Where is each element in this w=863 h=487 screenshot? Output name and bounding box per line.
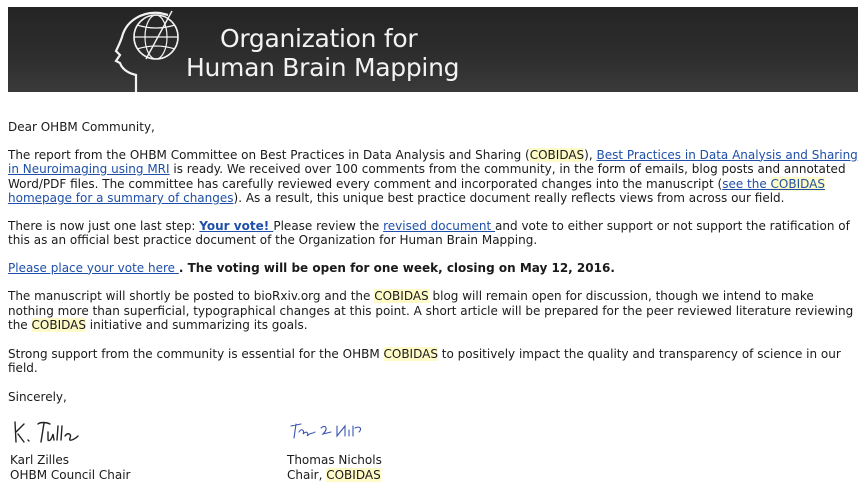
role-prefix: Chair, (287, 468, 327, 482)
signature-thomas-nichols: Thomas Nichols Chair, COBIDAS (287, 418, 382, 484)
place-vote-link[interactable]: Please place your vote here (8, 261, 179, 275)
voting-deadline-text: . The voting will be open for one week, … (178, 260, 615, 275)
cobidas-highlight: COBIDAS (770, 176, 825, 191)
paragraph-vote: There is now just one last step: Your vo… (8, 219, 858, 248)
signer-name: Thomas Nichols (287, 452, 382, 467)
brain-logo-icon (114, 10, 179, 92)
text: ), (584, 147, 597, 162)
handwritten-signature-icon (14, 421, 79, 443)
text: ). As a result, this unique best practic… (233, 191, 785, 205)
paragraph-report: The report from the OHBM Committee on Be… (8, 147, 858, 206)
cobidas-highlight: COBIDAS (326, 468, 381, 482)
link-text: see the (722, 176, 771, 191)
text: There is now just one last step: (8, 218, 200, 233)
signer-role: Chair, COBIDAS (287, 468, 382, 484)
handwritten-signature-icon (290, 423, 362, 439)
letter-body: Dear OHBM Community, The report from the… (8, 120, 858, 404)
cobidas-highlight: COBIDAS (31, 318, 86, 332)
closing: Sincerely, (8, 389, 67, 404)
organization-title: Organization for Human Brain Mapping (186, 24, 459, 82)
signature-karl-zilles: Karl Zilles OHBM Council Chair (10, 418, 131, 484)
signer-name: Karl Zilles (10, 452, 69, 467)
greeting: Dear OHBM Community, (8, 120, 155, 134)
signer-role: OHBM Council Chair (10, 468, 131, 482)
text: The manuscript will shortly be posted to… (8, 289, 375, 303)
text: Strong support from the community is ess… (8, 346, 384, 361)
text: Please review the (273, 218, 384, 233)
paragraph-place-vote: Please place your vote here . The voting… (8, 261, 858, 276)
title-line-1: Organization for (220, 24, 418, 53)
paragraph-support: Strong support from the community is ess… (8, 346, 858, 376)
your-vote-link[interactable]: Your vote! (199, 219, 273, 233)
text: initiative and summarizing its goals. (85, 318, 308, 332)
cobidas-highlight: COBIDAS (383, 346, 438, 361)
revised-document-link[interactable]: revised document (383, 219, 495, 233)
paragraph-manuscript: The manuscript will shortly be posted to… (8, 289, 858, 333)
text: The report from the OHBM Committee on Be… (8, 147, 530, 162)
signatures: Karl Zilles OHBM Council Chair Thomas Ni… (8, 418, 858, 487)
cobidas-highlight: COBIDAS (529, 147, 585, 162)
title-line-2: Human Brain Mapping (186, 53, 460, 82)
link-text: homepage for a summary of changes (8, 191, 234, 205)
ohbm-banner: Organization for Human Brain Mapping (8, 7, 858, 92)
cobidas-highlight: COBIDAS (374, 289, 429, 303)
